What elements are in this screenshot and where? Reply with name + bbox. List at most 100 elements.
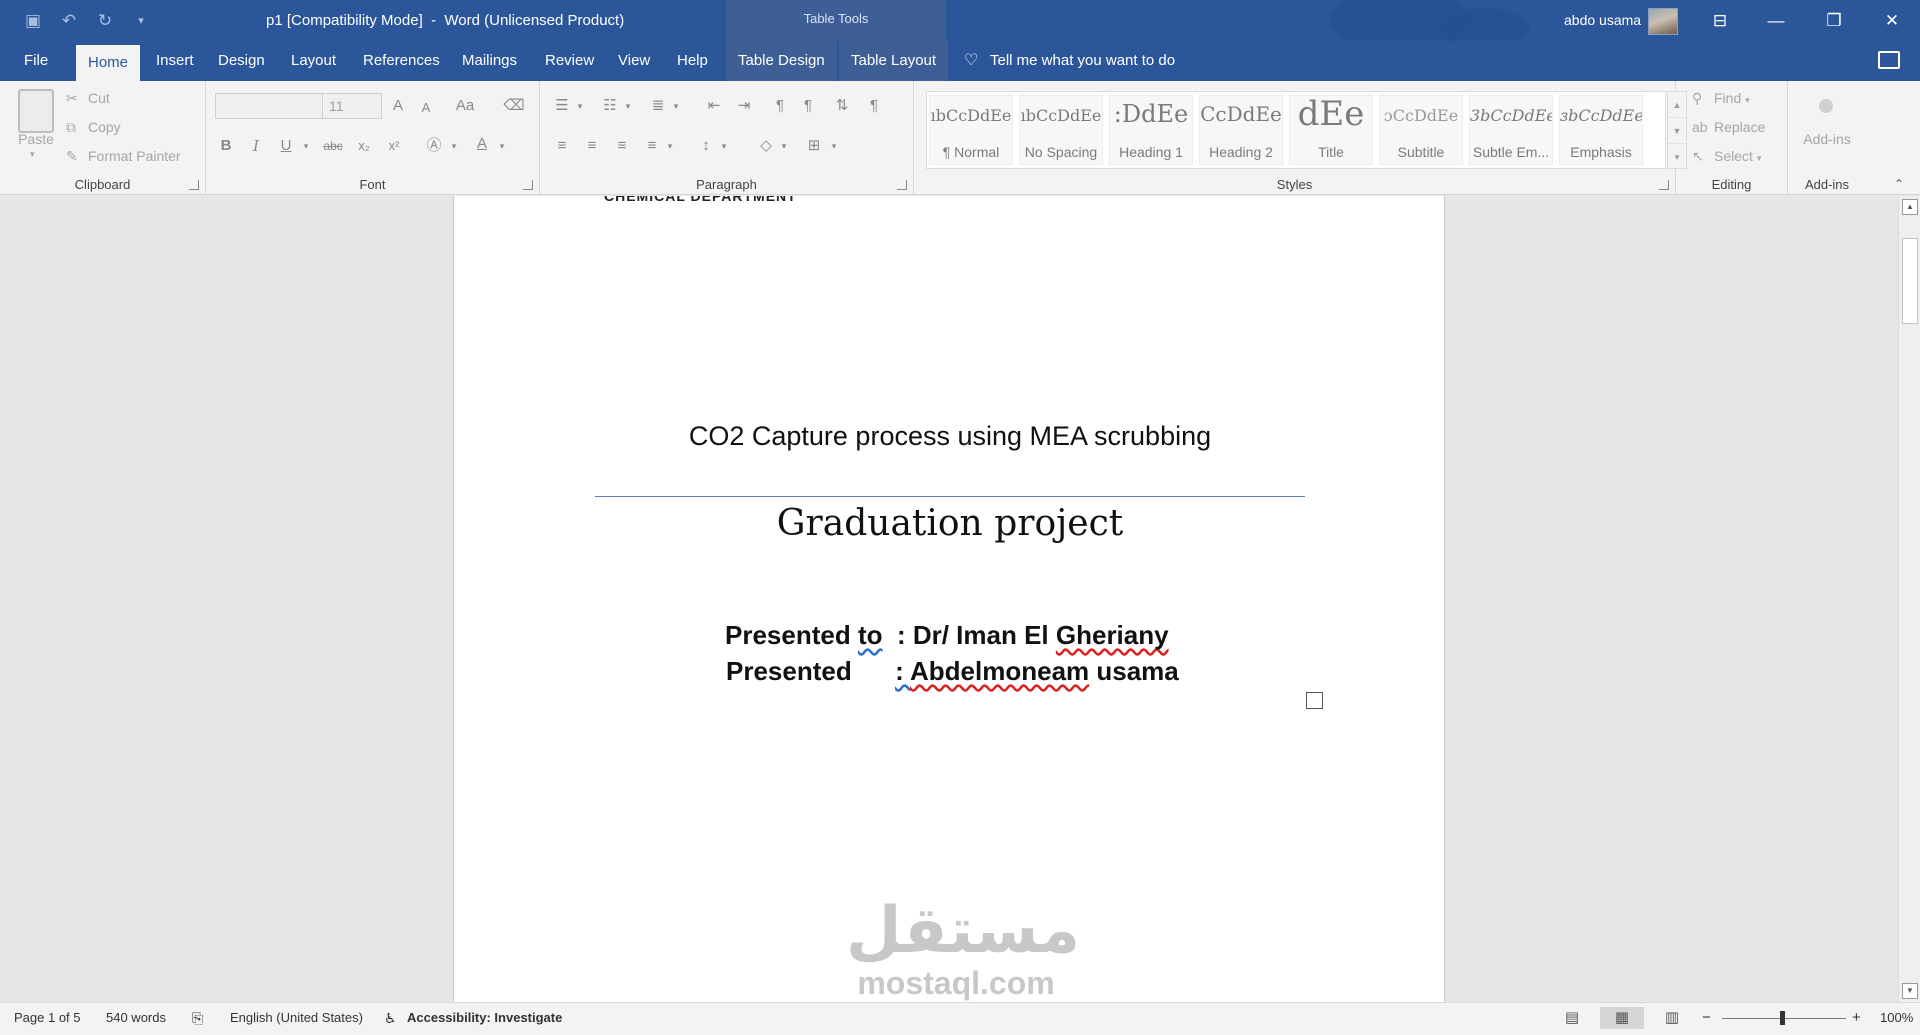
change-case-button[interactable]: Aa xyxy=(448,94,482,118)
paragraph-launcher-icon[interactable] xyxy=(897,180,907,190)
addins-icon[interactable] xyxy=(1819,99,1833,113)
paste-button[interactable]: Paste xyxy=(14,131,58,147)
grow-font-button[interactable]: A xyxy=(386,94,410,118)
web-layout-icon[interactable]: ▥ xyxy=(1650,1007,1694,1029)
document-page[interactable]: CHEMICAL DEPARTMENT CO2 Capture process … xyxy=(453,196,1445,1002)
font-color-dropdown-icon[interactable]: ▾ xyxy=(490,134,514,158)
ltr-icon[interactable]: ¶ xyxy=(768,94,792,118)
ribbon-display-options-icon[interactable]: ⊟ xyxy=(1692,0,1748,41)
tab-mailings[interactable]: Mailings xyxy=(450,41,529,81)
shading-dropdown-icon[interactable]: ▾ xyxy=(772,134,796,158)
user-name[interactable]: abdo usama xyxy=(1564,0,1641,41)
document-title[interactable]: Graduation project xyxy=(454,503,1446,544)
tab-design[interactable]: Design xyxy=(206,41,277,81)
format-painter-button[interactable]: ✎ Format Painter xyxy=(66,148,181,165)
underline-dropdown-icon[interactable]: ▾ xyxy=(294,134,318,158)
cut-button[interactable]: ✂ Cut xyxy=(66,90,110,107)
line-spacing-dropdown-icon[interactable]: ▾ xyxy=(712,134,736,158)
zoom-in-icon[interactable]: + xyxy=(1852,1003,1861,1033)
clipboard-launcher-icon[interactable] xyxy=(189,180,199,190)
find-button[interactable]: ⚲ Find ▾ xyxy=(1692,90,1750,107)
style-heading-1[interactable]: :DdEe Heading 1 xyxy=(1109,95,1193,165)
bold-button[interactable]: B xyxy=(214,134,238,158)
print-layout-icon[interactable]: ▦ xyxy=(1600,1007,1644,1029)
tab-insert[interactable]: Insert xyxy=(144,41,206,81)
tab-home[interactable]: Home xyxy=(76,45,141,81)
proofing-icon[interactable]: ⎘ xyxy=(192,1003,203,1033)
scroll-thumb[interactable] xyxy=(1902,238,1918,324)
tab-references[interactable]: References xyxy=(351,41,452,81)
replace-button[interactable]: ab Replace xyxy=(1692,119,1765,135)
close-icon[interactable]: ✕ xyxy=(1864,0,1920,41)
tell-me-box[interactable]: ♡ Tell me what you want to do xyxy=(964,41,1175,81)
zoom-out-icon[interactable]: − xyxy=(1702,1003,1711,1033)
multilevel-dropdown-icon[interactable]: ▾ xyxy=(664,94,688,118)
rtl-icon[interactable]: ¶ xyxy=(796,94,820,118)
read-mode-icon[interactable]: ▤ xyxy=(1550,1007,1594,1029)
presented-by-line[interactable]: Presented : Abdelmoneam usama xyxy=(726,656,1179,687)
zoom-level[interactable]: 100% xyxy=(1880,1003,1913,1033)
select-button[interactable]: ↖ Select ▾ xyxy=(1692,148,1761,165)
collapse-ribbon-icon[interactable]: ⌃ xyxy=(1894,177,1904,191)
style-subtitle[interactable]: ɔCcDdEe Subtitle xyxy=(1379,95,1463,165)
font-name-combobox[interactable] xyxy=(215,93,327,119)
bullets-dropdown-icon[interactable]: ▾ xyxy=(568,94,592,118)
avatar[interactable] xyxy=(1648,8,1678,35)
decrease-indent-icon[interactable]: ⇤ xyxy=(702,94,726,118)
style-normal[interactable]: ıbCcDdEe ¶ Normal xyxy=(929,95,1013,165)
document-subtitle[interactable]: CO2 Capture process using MEA scrubbing xyxy=(454,421,1446,452)
presented-to-line[interactable]: Presented to : Dr/ Iman El Gheriany xyxy=(725,620,1169,651)
style-emphasis[interactable]: ɜbCcDdEe Emphasis xyxy=(1559,95,1643,165)
clear-formatting-icon[interactable]: ⌫ xyxy=(502,94,526,118)
language[interactable]: English (United States) xyxy=(230,1003,363,1033)
customize-qat-icon[interactable]: ▾ xyxy=(128,8,154,34)
copy-button[interactable]: ⧉ Copy xyxy=(66,119,121,136)
comments-icon[interactable] xyxy=(1878,51,1900,69)
tab-layout[interactable]: Layout xyxy=(279,41,348,81)
tab-table-layout[interactable]: Table Layout xyxy=(839,41,949,81)
align-center-icon[interactable]: ≡ xyxy=(580,134,604,158)
word-count[interactable]: 540 words xyxy=(106,1003,166,1033)
font-size-combobox[interactable]: 11 xyxy=(322,93,382,119)
font-launcher-icon[interactable] xyxy=(523,180,533,190)
align-right-icon[interactable]: ≡ xyxy=(610,134,634,158)
paste-dropdown-icon[interactable]: ▾ xyxy=(30,149,35,160)
borders-dropdown-icon[interactable]: ▾ xyxy=(822,134,846,158)
table-resize-handle[interactable] xyxy=(1306,692,1323,709)
tab-help[interactable]: Help xyxy=(665,41,720,81)
accessibility-icon[interactable]: ♿ xyxy=(384,1003,397,1033)
save-icon[interactable]: ▣ xyxy=(20,8,46,34)
strikethrough-button[interactable]: abc xyxy=(318,134,348,158)
tab-file[interactable]: File xyxy=(12,41,60,81)
shrink-font-button[interactable]: A xyxy=(414,96,438,120)
sort-icon[interactable]: ⇅ xyxy=(830,94,854,118)
style-subtle-emphasis[interactable]: 3bCcDdEe Subtle Em... xyxy=(1469,95,1553,165)
paste-icon[interactable] xyxy=(18,89,54,133)
page-count[interactable]: Page 1 of 5 xyxy=(14,1003,81,1033)
align-left-icon[interactable]: ≡ xyxy=(550,134,574,158)
styles-launcher-icon[interactable] xyxy=(1659,180,1669,190)
undo-icon[interactable]: ↶ xyxy=(56,8,82,34)
text-effects-dropdown-icon[interactable]: ▾ xyxy=(442,134,466,158)
accessibility-status[interactable]: Accessibility: Investigate xyxy=(407,1003,562,1033)
increase-indent-icon[interactable]: ⇥ xyxy=(732,94,756,118)
tab-view[interactable]: View xyxy=(606,41,662,81)
style-no-spacing[interactable]: ıbCcDdEe No Spacing xyxy=(1019,95,1103,165)
scroll-down-icon[interactable]: ▼ xyxy=(1902,983,1918,999)
subscript-button[interactable]: x₂ xyxy=(352,134,376,158)
addins-button[interactable]: Add-ins xyxy=(1788,131,1866,147)
justify-dropdown-icon[interactable]: ▾ xyxy=(658,134,682,158)
superscript-button[interactable]: x² xyxy=(382,134,406,158)
vertical-scrollbar[interactable]: ▲ ▼ xyxy=(1898,196,1920,1002)
style-heading-2[interactable]: CcDdEe Heading 2 xyxy=(1199,95,1283,165)
minimize-icon[interactable]: — xyxy=(1748,0,1804,41)
restore-icon[interactable]: ❐ xyxy=(1806,0,1862,41)
show-marks-icon[interactable]: ¶ xyxy=(862,94,886,118)
zoom-slider-thumb[interactable] xyxy=(1780,1011,1785,1025)
redo-icon[interactable]: ↻ xyxy=(92,8,118,34)
tab-table-design[interactable]: Table Design xyxy=(726,41,837,81)
tab-review[interactable]: Review xyxy=(533,41,606,81)
style-title[interactable]: dEe Title xyxy=(1289,95,1373,165)
numbering-dropdown-icon[interactable]: ▾ xyxy=(616,94,640,118)
italic-button[interactable]: I xyxy=(244,134,268,158)
